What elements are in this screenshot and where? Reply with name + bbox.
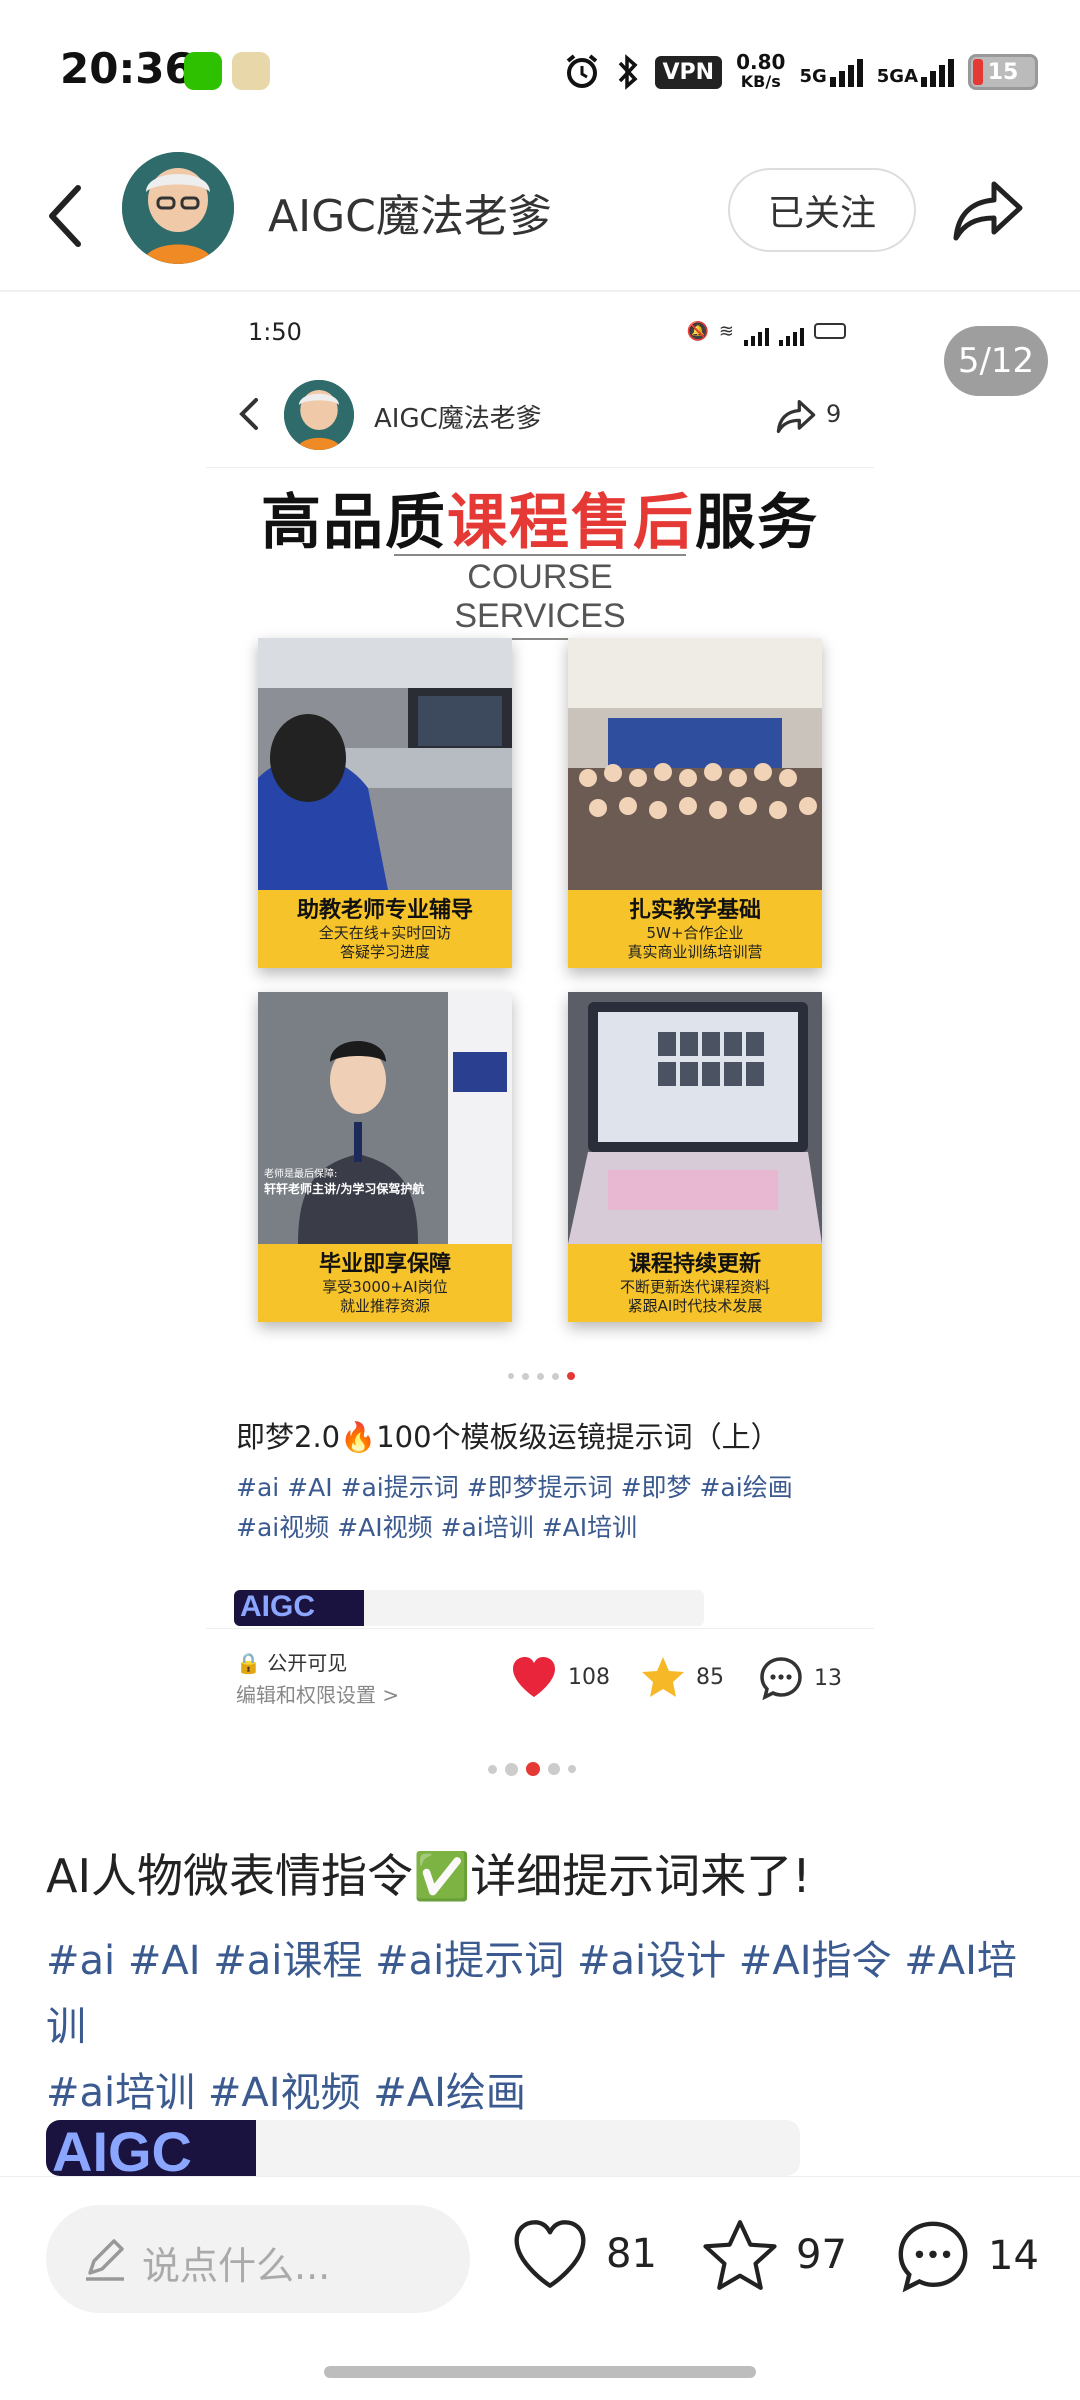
author-avatar[interactable] (122, 152, 234, 264)
app-notification-icon (232, 52, 270, 90)
inner-caption: 即梦2.0🔥100个模板级运镜提示词（上） (236, 1420, 780, 1454)
card-overlay-text: 老师是最后保障: 轩轩老师主讲/为学习保驾护航 (264, 1169, 425, 1196)
office-photo (258, 638, 512, 890)
inner-avatar (284, 380, 354, 450)
comment-button[interactable]: 14 (894, 2217, 1039, 2295)
inner-like-stat: 108 (510, 1655, 610, 1699)
alarm-icon (566, 54, 597, 88)
course-banner[interactable]: AIGC (46, 2120, 800, 2176)
inner-signal-icon (744, 316, 769, 346)
like-button[interactable]: 81 (510, 2217, 657, 2291)
inner-course-banner: AIGC (234, 1590, 704, 1626)
comment-input[interactable]: 说点什么... (46, 2205, 470, 2313)
laptop-photo (568, 992, 822, 1244)
lock-icon: 🔒 (236, 1651, 261, 1675)
wifi-icon: ≋ (718, 320, 734, 342)
card-title: 课程持续更新 (628, 1252, 761, 1277)
service-card-tutoring: 助教老师专业辅导 全天在线+实时回访 答疑学习进度 (258, 638, 512, 968)
inner-permission-settings: 编辑和权限设置 > (236, 1683, 400, 1707)
status-icons: VPN 0.80 KB/s 5G 5GA 15 (563, 44, 1038, 100)
card-desc: 享受3000+AI岗位 就业推荐资源 (322, 1278, 448, 1315)
vpn-badge: VPN (654, 55, 723, 89)
share-icon[interactable] (948, 170, 1028, 250)
image-pager: 5/12 (944, 326, 1048, 396)
inner-back-icon (239, 398, 258, 430)
service-card-guarantee: 老师是最后保障: 轩轩老师主讲/为学习保驾护航 毕业即享保障 享受3000+AI岗… (258, 992, 512, 1322)
back-arrow-icon[interactable] (38, 176, 98, 256)
home-indicator[interactable] (324, 2366, 756, 2378)
comment-placeholder: 说点什么... (142, 2244, 331, 2288)
post-image[interactable]: 1:50 🔕 ≋ AIGC魔法老爹 9 高品质课程售后服务 COURSE SER… (206, 292, 874, 1732)
card-title: 毕业即享保障 (318, 1252, 451, 1277)
inner-author-name: AIGC魔法老爹 (374, 404, 542, 434)
inner-comment-stat: 13 (758, 1655, 842, 1701)
comment-bubble-icon (898, 2221, 968, 2293)
poster-title: 高品质课程售后服务 (261, 488, 819, 558)
star-icon (703, 2220, 777, 2290)
signal-5g-icon: 5G (799, 57, 863, 87)
inner-status-time: 1:50 (248, 318, 302, 346)
follow-button[interactable]: 已关注 (728, 168, 916, 252)
mute-icon: 🔕 (686, 320, 709, 342)
aigc-logo: AIGC (46, 2120, 256, 2176)
carousel-dots (488, 1762, 576, 1776)
card-desc: 全天在线+实时回访 答疑学习进度 (318, 924, 452, 961)
inner-share-icon (776, 400, 816, 434)
favorite-count: 97 (796, 2232, 847, 2278)
inner-status-icons: 🔕 ≋ (686, 316, 846, 346)
network-speed: 0.80 KB/s (736, 50, 786, 91)
comment-icon (760, 1657, 802, 1701)
group-photo (568, 638, 822, 890)
service-card-updates: 课程持续更新 不断更新迭代课程资料 紧跟AI时代技术发展 (568, 992, 822, 1322)
inner-header: AIGC魔法老爹 9 (206, 362, 874, 468)
inner-carousel-dots (508, 1372, 575, 1380)
inner-footer: 🔒 公开可见 编辑和权限设置 > 108 85 13 (206, 1628, 874, 1732)
card-title: 助教老师专业辅导 (296, 898, 473, 923)
card-title: 扎实教学基础 (628, 898, 761, 923)
inner-visibility: 🔒 公开可见 (236, 1651, 348, 1675)
signal-5ga-icon: 5GA (877, 57, 954, 87)
post-header: AIGC魔法老爹 已关注 (0, 140, 1080, 292)
heart-icon (514, 2220, 586, 2288)
post-tags[interactable]: #ai #AI #ai课程 #ai提示词 #ai设计 #AI指令 #AI培训 #a… (46, 1928, 1046, 2126)
status-time: 20:36 (60, 44, 194, 93)
card-desc: 不断更新迭代课程资料 紧跟AI时代技术发展 (619, 1278, 770, 1315)
inner-battery-icon (814, 323, 846, 339)
author-name[interactable]: AIGC魔法老爹 (268, 180, 552, 244)
battery-icon: 15 (968, 54, 1038, 90)
aigc-logo: AIGC (234, 1590, 364, 1626)
inner-star-stat: 85 (640, 1655, 724, 1699)
service-card-foundation: 扎实教学基础 5W+合作企业 真实商业训练培训营 (568, 638, 822, 968)
post-title: AI人物微表情指令✅详细提示词来了! (46, 1849, 811, 1903)
heart-filled-icon (513, 1657, 555, 1697)
wechat-icon (184, 52, 222, 90)
bluetooth-icon (618, 54, 638, 90)
inner-share-count: 9 (826, 400, 842, 428)
teacher-photo (258, 992, 512, 1244)
inner-tags: #ai #AI #ai提示词 #即梦提示词 #即梦 #ai绘画 #ai视频 #A… (236, 1473, 793, 1542)
star-filled-icon (642, 1657, 684, 1697)
poster-subtitle: COURSE SERVICES (394, 554, 686, 640)
card-desc: 5W+合作企业 真实商业训练培训营 (627, 924, 763, 961)
pen-icon (86, 2239, 124, 2281)
favorite-button[interactable]: 97 (700, 2217, 847, 2293)
inner-signal-icon-2 (779, 316, 804, 346)
like-count: 81 (606, 2231, 657, 2277)
comment-count: 14 (988, 2233, 1039, 2279)
status-bar: 20:36 VPN 0.80 KB/s 5G 5GA 15 (0, 0, 1080, 140)
